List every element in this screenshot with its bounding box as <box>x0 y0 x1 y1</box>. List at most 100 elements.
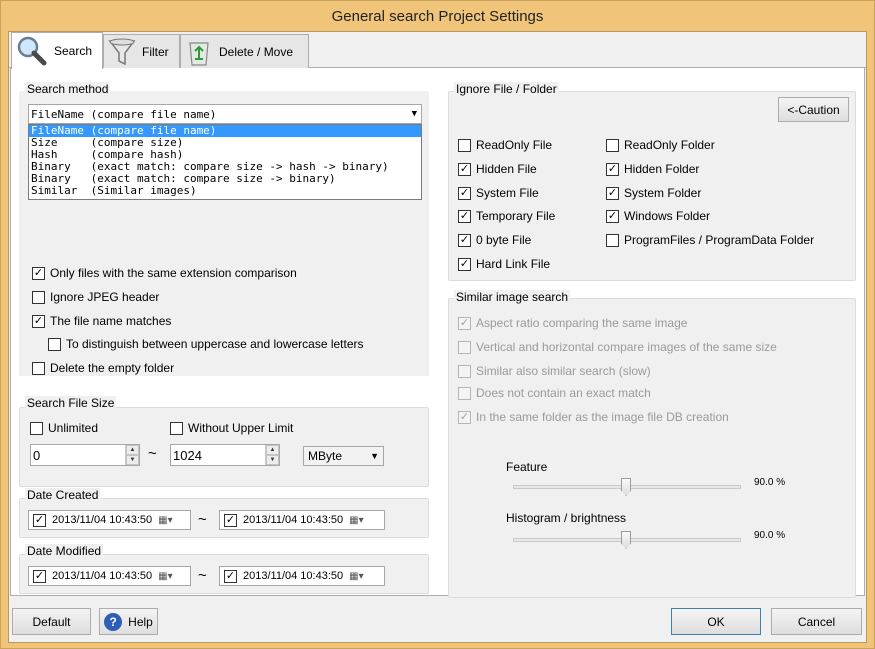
date-modified-from[interactable]: ✓ 2013/11/04 10:43:50 ▦▾ <box>28 566 191 586</box>
ignore-programfiles-folder-checkbox[interactable]: ProgramFiles / ProgramData Folder <box>606 232 814 248</box>
date-modified-to[interactable]: ✓ 2013/11/04 10:43:50 ▦▾ <box>219 566 385 586</box>
checkbox-box <box>170 421 183 435</box>
vertical-horizontal-checkbox[interactable]: Vertical and horizontal compare images o… <box>458 339 777 355</box>
checkbox-box: ✓ <box>458 233 471 247</box>
checkbox-box: ✓ <box>32 266 45 280</box>
search-method-title: Search method <box>25 82 111 96</box>
same-extension-checkbox[interactable]: ✓ Only files with the same extension com… <box>32 265 297 281</box>
ignore-jpeg-header-checkbox[interactable]: Ignore JPEG header <box>32 289 159 305</box>
similar-also-similar-checkbox[interactable]: Similar also similar search (slow) <box>458 363 651 379</box>
feature-label: Feature <box>506 460 548 474</box>
calendar-icon[interactable]: ▦▾ <box>158 571 172 582</box>
tab-search-label: Search <box>54 44 93 58</box>
checkbox-label: Only files with the same extension compa… <box>50 266 297 280</box>
checkbox-box[interactable]: ✓ <box>224 513 237 527</box>
date-created-from[interactable]: ✓ 2013/11/04 10:43:50 ▦▾ <box>28 510 191 530</box>
checkbox-box[interactable]: ✓ <box>224 569 237 583</box>
checkbox-label: Similar also similar search (slow) <box>476 364 651 378</box>
checkbox-box <box>606 138 619 152</box>
checkbox-label: Delete the empty folder <box>50 361 175 375</box>
ignore-hard-link-file-checkbox[interactable]: ✓ Hard Link File <box>458 256 550 272</box>
tab-filter[interactable]: Filter <box>103 34 180 68</box>
min-size-input[interactable]: 0 ▲ ▼ <box>30 444 140 466</box>
checkbox-box <box>458 138 471 152</box>
caution-button[interactable]: <-Caution <box>778 97 849 122</box>
file-name-matches-checkbox[interactable]: ✓ The file name matches <box>32 313 171 329</box>
calendar-icon[interactable]: ▦▾ <box>158 515 172 526</box>
calendar-icon[interactable]: ▦▾ <box>349 515 363 526</box>
spin-up-icon[interactable]: ▲ <box>126 445 139 455</box>
checkbox-box: ✓ <box>458 316 471 330</box>
recycle-bin-icon <box>189 41 209 66</box>
min-size-spinner[interactable]: ▲ ▼ <box>125 445 139 465</box>
calendar-icon[interactable]: ▦▾ <box>349 571 363 582</box>
checkbox-box[interactable]: ✓ <box>33 569 46 583</box>
checkbox-label: Windows Folder <box>624 209 711 223</box>
chevron-down-icon: ▼ <box>411 109 417 119</box>
date-value: 2013/11/04 10:43:50 <box>243 514 344 526</box>
size-unit-value: MByte <box>308 449 343 463</box>
checkbox-label: 0 byte File <box>476 233 532 247</box>
cancel-button[interactable]: Cancel <box>771 608 862 635</box>
checkbox-label: Unlimited <box>48 421 99 435</box>
date-value: 2013/11/04 10:43:50 <box>52 514 153 526</box>
range-tilde: ~ <box>148 445 157 462</box>
ignore-readonly-folder-checkbox[interactable]: ReadOnly Folder <box>606 137 715 153</box>
size-unit-select[interactable]: MByte ▼ <box>303 446 384 466</box>
search-method-option[interactable]: Similar (Similar images) <box>29 185 421 197</box>
ignore-zero-byte-file-checkbox[interactable]: ✓ 0 byte File <box>458 232 531 248</box>
delete-empty-folder-checkbox[interactable]: Delete the empty folder <box>32 360 174 376</box>
aspect-ratio-checkbox[interactable]: ✓ Aspect ratio comparing the same image <box>458 315 687 331</box>
checkbox-label: Hidden File <box>476 162 537 176</box>
spin-down-icon[interactable]: ▼ <box>266 455 279 465</box>
unlimited-checkbox[interactable]: Unlimited <box>30 420 98 436</box>
search-method-select[interactable]: FileName (compare file name) ▼ <box>28 104 422 124</box>
checkbox-box[interactable]: ✓ <box>33 513 46 527</box>
tab-delete-move[interactable]: Delete / Move <box>180 34 309 68</box>
min-size-value: 0 <box>33 447 41 463</box>
ignore-system-folder-checkbox[interactable]: ✓ System Folder <box>606 185 701 201</box>
tab-search[interactable]: Search <box>11 32 103 69</box>
ok-button[interactable]: OK <box>671 608 761 635</box>
search-method-selected: FileName (compare file name) <box>31 107 217 121</box>
checkbox-box: ✓ <box>458 186 471 200</box>
magnifier-icon <box>17 36 47 66</box>
spin-down-icon[interactable]: ▼ <box>126 455 139 465</box>
ignore-hidden-folder-checkbox[interactable]: ✓ Hidden Folder <box>606 161 699 177</box>
spin-up-icon[interactable]: ▲ <box>266 445 279 455</box>
tab-delete-move-label: Delete / Move <box>219 44 294 59</box>
default-button[interactable]: Default <box>12 608 91 635</box>
case-sensitive-checkbox[interactable]: To distinguish between uppercase and low… <box>48 336 364 352</box>
checkbox-label: To distinguish between uppercase and low… <box>66 337 364 351</box>
ignore-readonly-file-checkbox[interactable]: ReadOnly File <box>458 137 552 153</box>
ignore-windows-folder-checkbox[interactable]: ✓ Windows Folder <box>606 208 710 224</box>
search-method-dropdown: FileName (compare file name) Size (compa… <box>28 124 422 200</box>
checkbox-box: ✓ <box>458 209 471 223</box>
checkbox-box <box>30 421 43 435</box>
no-exact-match-checkbox[interactable]: Does not contain an exact match <box>458 385 651 401</box>
date-modified-title: Date Modified <box>25 544 104 558</box>
checkbox-box: ✓ <box>458 410 471 424</box>
tab-filter-label: Filter <box>142 44 169 59</box>
search-tab-page: Search method FileName (compare file nam… <box>10 68 865 598</box>
checkbox-box: ✓ <box>32 314 45 328</box>
similar-title: Similar image search <box>454 290 571 304</box>
window-title: General search Project Settings <box>331 7 544 25</box>
ignore-hidden-file-checkbox[interactable]: ✓ Hidden File <box>458 161 537 177</box>
ignore-system-file-checkbox[interactable]: ✓ System File <box>458 185 539 201</box>
checkbox-label: ReadOnly File <box>476 138 553 152</box>
help-button[interactable]: ? Help <box>99 608 158 635</box>
file-size-title: Search File Size <box>25 396 117 410</box>
checkbox-label: System File <box>476 186 539 200</box>
ignore-temporary-file-checkbox[interactable]: ✓ Temporary File <box>458 208 555 224</box>
same-folder-db-checkbox[interactable]: ✓ In the same folder as the image file D… <box>458 409 729 425</box>
checkbox-label: Temporary File <box>476 209 556 223</box>
date-created-to[interactable]: ✓ 2013/11/04 10:43:50 ▦▾ <box>219 510 385 530</box>
max-size-input[interactable]: 1024 ▲ ▼ <box>170 444 280 466</box>
dialog-client: Search Filter Delete / Move Search metho… <box>8 31 867 643</box>
max-size-spinner[interactable]: ▲ ▼ <box>265 445 279 465</box>
date-value: 2013/11/04 10:43:50 <box>243 570 344 582</box>
checkbox-label: Hard Link File <box>476 257 551 271</box>
checkbox-label: Vertical and horizontal compare images o… <box>476 340 777 354</box>
without-upper-limit-checkbox[interactable]: Without Upper Limit <box>170 420 293 436</box>
